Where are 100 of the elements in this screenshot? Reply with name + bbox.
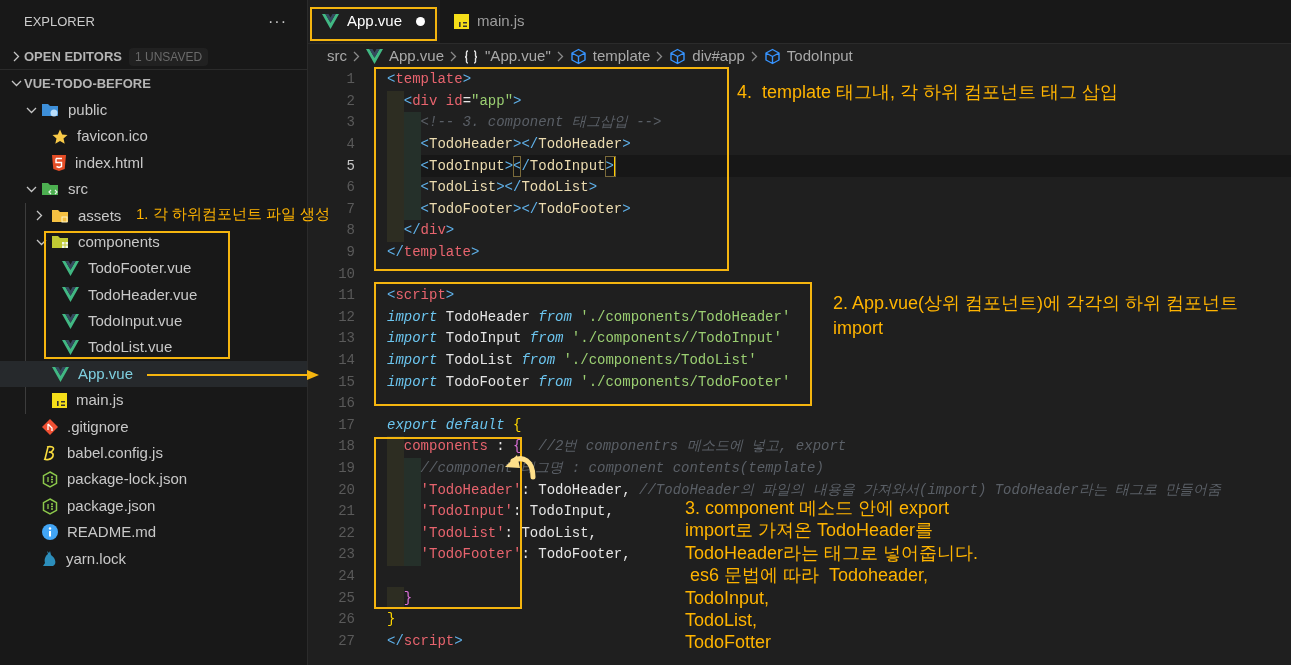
line-number: 6	[346, 178, 355, 198]
file-tree-item[interactable]: src	[0, 176, 92, 203]
cat-icon	[42, 550, 57, 568]
chevron-right-icon	[353, 51, 360, 62]
chevron-right-icon	[12, 51, 20, 62]
line-number: 20	[338, 480, 355, 500]
line-number: 13	[338, 329, 355, 349]
v-logo-icon	[62, 340, 79, 356]
line-number: 11	[338, 286, 355, 306]
line-number: 5	[346, 156, 355, 176]
line-number: 22	[338, 523, 355, 543]
file-tree-item[interactable]: package.json	[0, 492, 160, 520]
js-file-icon	[454, 14, 470, 29]
chevron-right-icon	[556, 51, 564, 62]
file-tree-item[interactable]: components	[0, 228, 164, 256]
v-logo-icon	[366, 49, 383, 64]
v-logo-icon	[52, 366, 69, 382]
breadcrumb-item[interactable]: src	[327, 45, 347, 68]
folder-icon	[52, 208, 69, 223]
line-number: 18	[338, 437, 355, 457]
more-actions-button[interactable]: ···	[268, 10, 287, 34]
line-number: 8	[346, 221, 355, 241]
code-line: }	[387, 587, 413, 609]
line-number: 1	[346, 70, 355, 90]
code-line: <TodoHeader></TodoHeader>	[387, 133, 631, 156]
annotation-note: 1. 각 하위컴포넌트 파일 생성	[136, 205, 331, 223]
line-number: 2	[346, 91, 355, 111]
file-tree-item[interactable]: .gitignore	[0, 413, 133, 441]
line-number: 3	[346, 113, 355, 133]
line-number: 7	[346, 199, 355, 219]
file-tree-item[interactable]: TodoList.vue	[0, 334, 177, 361]
info-icon	[42, 524, 58, 541]
unsaved-badge: 1 UNSAVED	[129, 47, 209, 66]
chevron-down-icon	[10, 80, 22, 87]
hexagon-icon	[42, 497, 58, 515]
v-logo-icon	[62, 313, 79, 329]
folder-icon	[52, 235, 69, 250]
line-number: 27	[338, 631, 355, 651]
code-line: </script>	[387, 631, 463, 651]
annotation-note: 4. template 태그내, 각 하위 컴포넌트 태그 삽입	[737, 81, 1119, 104]
file-tree-item[interactable]: TodoInput.vue	[0, 308, 187, 335]
line-number: 26	[338, 610, 355, 630]
star-icon	[52, 128, 68, 145]
code-line: </template>	[387, 243, 480, 263]
sidebar-title: EXPLORER	[24, 13, 95, 32]
section-header[interactable]: OPEN EDITORS 1 UNSAVED	[0, 44, 307, 70]
chevron-down-icon	[26, 106, 37, 114]
file-tree-item[interactable]: assets	[0, 202, 126, 229]
code-line: 'TodoFooter': TodoFooter,	[387, 544, 631, 566]
file-tree-item[interactable]: README.md	[0, 519, 161, 546]
code-line: 'TodoInput': TodoInput,	[387, 500, 614, 523]
code-line: <script>	[387, 286, 455, 306]
chevron-down-icon	[26, 185, 37, 193]
v-logo-icon	[62, 261, 79, 277]
code-line: components : { //2번 componentrs 메소드에 넣고, export	[387, 436, 847, 458]
cube-icon	[669, 48, 687, 65]
file-tree-item[interactable]: yarn.lock	[0, 545, 131, 573]
chevron-right-icon	[450, 51, 458, 62]
v-logo-icon	[322, 14, 339, 29]
chevron-down-icon	[36, 238, 47, 246]
cube-icon	[763, 48, 781, 65]
breadcrumb-item[interactable]: App.vue	[389, 45, 445, 68]
file-tree-item[interactable]: babel.config.js	[0, 440, 167, 467]
line-number: 15	[338, 372, 355, 392]
line-number: 10	[338, 264, 355, 284]
braces-icon	[463, 48, 480, 65]
code-line: 'TodoList': TodoList,	[387, 522, 598, 545]
file-tree-item[interactable]: TodoHeader.vue	[0, 281, 202, 309]
file-tree-item[interactable]: index.html	[0, 149, 148, 177]
line-number: 17	[338, 415, 355, 435]
code-line: import TodoInput from './components//TodoInput'	[387, 329, 782, 349]
file-tree-item[interactable]: main.js	[0, 387, 128, 414]
breadcrumb-item[interactable]: TodoInput	[786, 45, 853, 68]
chevron-right-icon	[750, 51, 758, 62]
breadcrumb-item[interactable]: template	[592, 45, 651, 68]
code-line: export default {	[387, 415, 522, 435]
file-tree-item[interactable]: public	[0, 97, 112, 124]
breadcrumb-item[interactable]: "App.vue"	[485, 45, 551, 68]
code-line: <TodoFooter></TodoFooter>	[387, 198, 631, 221]
file-tree-item[interactable]: favicon.ico	[0, 123, 152, 150]
file-tree-item[interactable]: TodoFooter.vue	[0, 255, 196, 282]
code-line: <!-- 3. component 태그삽입 -->	[387, 112, 662, 134]
line-number: 21	[338, 502, 355, 522]
code-line: import TodoList from './components/TodoList'	[387, 351, 757, 370]
section-header[interactable]: VUE-TODO-BEFORE	[0, 70, 307, 97]
code-line: </div>	[387, 220, 455, 242]
section-title: VUE-TODO-BEFORE	[24, 74, 151, 93]
v-logo-icon	[62, 287, 79, 303]
line-number: 4	[346, 135, 355, 155]
shield-file-icon	[52, 154, 66, 171]
line-number: 12	[338, 307, 355, 327]
line-number: 25	[338, 588, 355, 608]
cube-icon	[569, 48, 587, 65]
line-number: 19	[338, 459, 355, 478]
line-number: 24	[338, 566, 355, 586]
file-tree-item[interactable]: package-lock.json	[0, 466, 192, 493]
code-line: import TodoHeader from './components/TodoHeader'	[387, 307, 791, 327]
annotation-note: 2. App.vue(상위 컴포넌트)에 각각의 하위 컴포넌트 import	[833, 292, 1239, 340]
line-number: 14	[338, 351, 355, 370]
breadcrumb-item[interactable]: div#app	[692, 45, 745, 68]
